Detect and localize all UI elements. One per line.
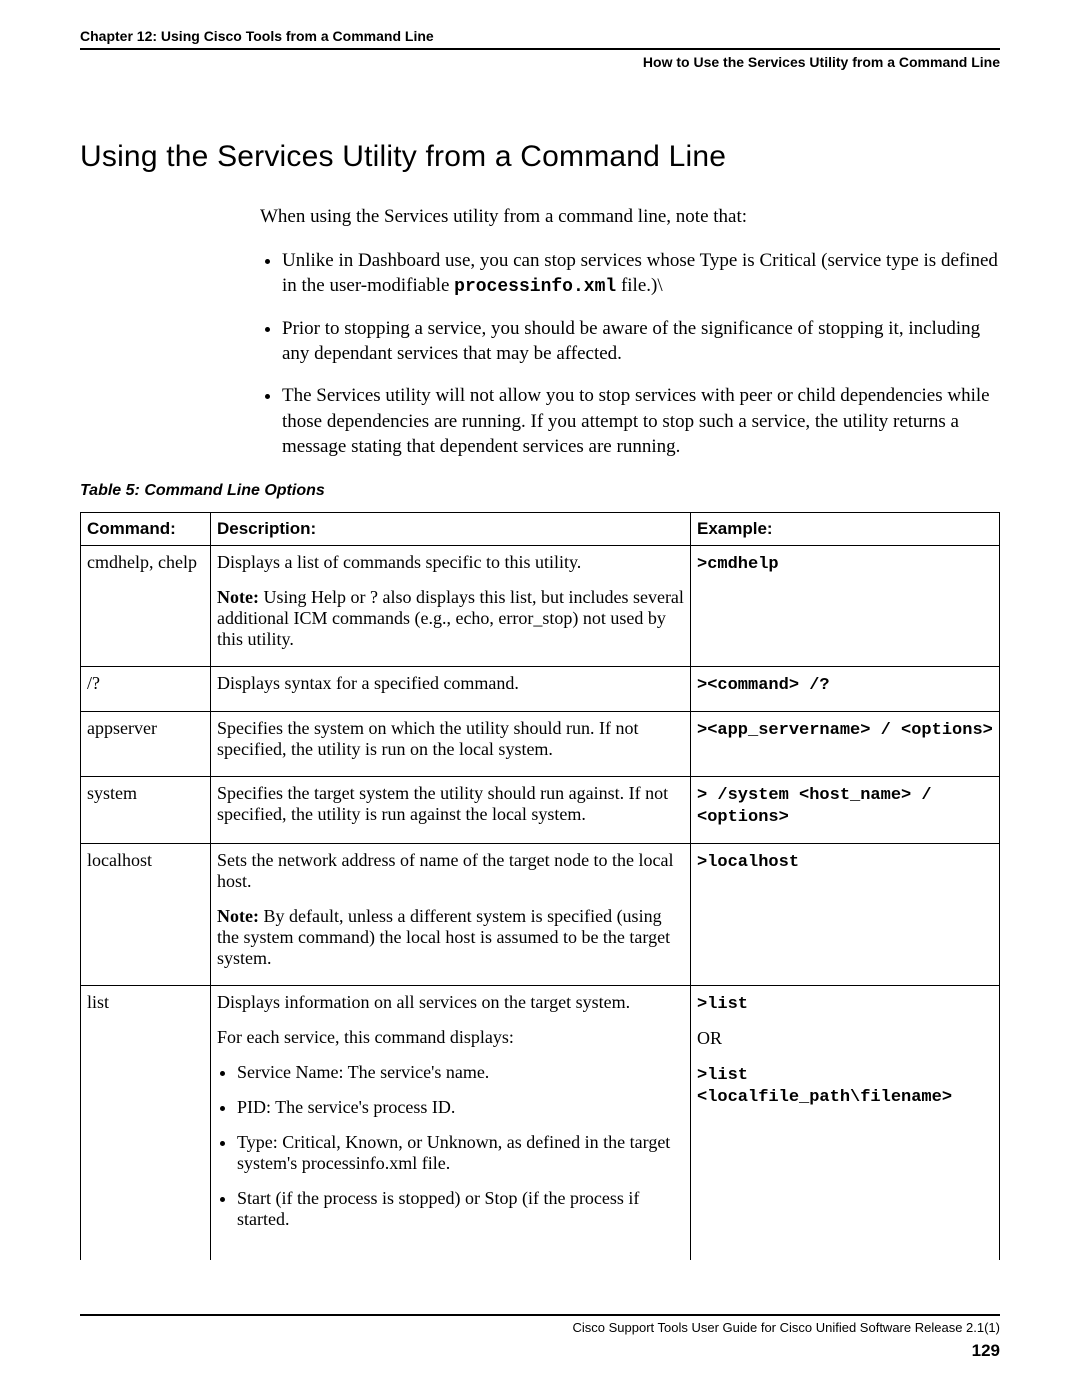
desc-line: Displays syntax for a specified command. <box>217 673 684 694</box>
example-code: ><command> /? <box>697 676 830 695</box>
th-command: Command: <box>81 512 211 545</box>
desc-cell: Displays syntax for a specified command. <box>211 666 691 711</box>
list-item: Service Name: The service's name. <box>237 1062 684 1083</box>
bullet-1-post: file.)\ <box>616 275 662 296</box>
example-code: >cmdhelp <box>697 555 779 574</box>
desc-line: Displays information on all services on … <box>217 992 684 1013</box>
page-title: Using the Services Utility from a Comman… <box>80 140 1000 174</box>
example-code: >localhost <box>697 853 799 872</box>
desc-sublist: Service Name: The service's name. PID: T… <box>217 1062 684 1230</box>
list-item: Start (if the process is stopped) or Sto… <box>237 1188 684 1230</box>
example-cell: ><app_servername> / <options> <box>691 711 1000 776</box>
example-cell: ><command> /? <box>691 666 1000 711</box>
footer-rule <box>80 1314 1000 1316</box>
desc-cell: Specifies the target system the utility … <box>211 776 691 843</box>
command-table: Command: Description: Example: cmdhelp, … <box>80 512 1000 1260</box>
example-code: ><app_servername> / <options> <box>697 721 993 740</box>
desc-cell: Specifies the system on which the utilit… <box>211 711 691 776</box>
example-code: >list <box>697 995 748 1014</box>
desc-cell: Sets the network address of name of the … <box>211 843 691 985</box>
example-cell: >list OR >list <localfile_path\filename> <box>691 985 1000 1260</box>
list-item: PID: The service's process ID. <box>237 1097 684 1118</box>
table-row: system Specifies the target system the u… <box>81 776 1000 843</box>
cmd-cell: system <box>81 776 211 843</box>
example-cell: > /system <host_name> / <options> <box>691 776 1000 843</box>
table-caption: Table 5: Command Line Options <box>80 482 1000 500</box>
header-chapter: Chapter 12: Using Cisco Tools from a Com… <box>80 28 1000 48</box>
example-code: > /system <host_name> / <options> <box>697 786 932 827</box>
example-or: OR <box>697 1028 993 1049</box>
desc-line: For each service, this command displays: <box>217 1027 684 1048</box>
cmd-cell: localhost <box>81 843 211 985</box>
note-label: Note: <box>217 906 259 926</box>
desc-line: Displays a list of commands specific to … <box>217 552 684 573</box>
note-text: By default, unless a different system is… <box>217 906 670 968</box>
desc-line: Specifies the system on which the utilit… <box>217 718 684 760</box>
header-section: How to Use the Services Utility from a C… <box>80 54 1000 70</box>
desc-line: Sets the network address of name of the … <box>217 850 684 892</box>
intro-text: When using the Services utility from a c… <box>260 204 1000 230</box>
note-label: Note: <box>217 587 259 607</box>
example-cell: >localhost <box>691 843 1000 985</box>
example-code: >list <localfile_path\filename> <box>697 1066 952 1107</box>
table-row: cmdhelp, chelp Displays a list of comman… <box>81 545 1000 666</box>
cmd-cell: cmdhelp, chelp <box>81 545 211 666</box>
cmd-cell: list <box>81 985 211 1260</box>
desc-cell: Displays information on all services on … <box>211 985 691 1260</box>
note-text: Using Help or ? also displays this list,… <box>217 587 684 649</box>
intro-bullets: Unlike in Dashboard use, you can stop se… <box>260 248 1000 460</box>
desc-cell: Displays a list of commands specific to … <box>211 545 691 666</box>
cmd-cell: /? <box>81 666 211 711</box>
th-example: Example: <box>691 512 1000 545</box>
table-row: localhost Sets the network address of na… <box>81 843 1000 985</box>
table-row: appserver Specifies the system on which … <box>81 711 1000 776</box>
bullet-1-code: processinfo.xml <box>454 277 616 297</box>
header-rule <box>80 48 1000 50</box>
bullet-3: The Services utility will not allow you … <box>282 383 1000 460</box>
page-footer: Cisco Support Tools User Guide for Cisco… <box>80 1314 1000 1361</box>
table-row: list Displays information on all service… <box>81 985 1000 1260</box>
bullet-2: Prior to stopping a service, you should … <box>282 316 1000 367</box>
table-row: /? Displays syntax for a specified comma… <box>81 666 1000 711</box>
footer-page-number: 129 <box>80 1341 1000 1361</box>
list-item: Type: Critical, Known, or Unknown, as de… <box>237 1132 684 1174</box>
cmd-cell: appserver <box>81 711 211 776</box>
bullet-1: Unlike in Dashboard use, you can stop se… <box>282 248 1000 300</box>
desc-line: Specifies the target system the utility … <box>217 783 684 825</box>
example-cell: >cmdhelp <box>691 545 1000 666</box>
table-header-row: Command: Description: Example: <box>81 512 1000 545</box>
desc-note: Note: Using Help or ? also displays this… <box>217 587 684 650</box>
desc-note: Note: By default, unless a different sys… <box>217 906 684 969</box>
th-description: Description: <box>211 512 691 545</box>
footer-title: Cisco Support Tools User Guide for Cisco… <box>80 1320 1000 1335</box>
